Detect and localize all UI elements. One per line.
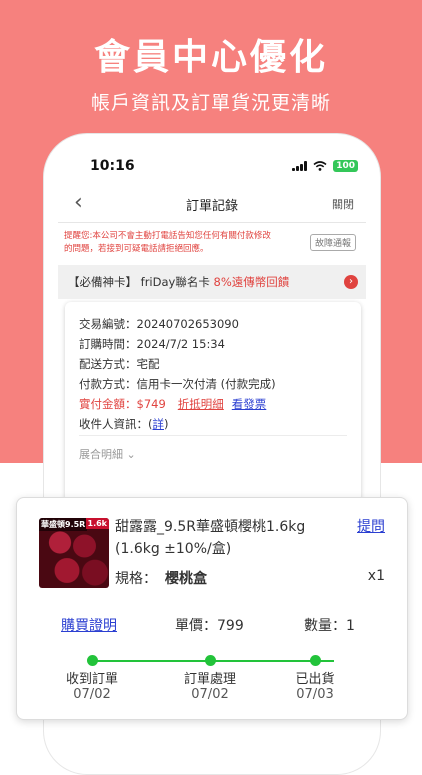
chevron-right-icon[interactable]: › (344, 275, 358, 289)
nav-bar: ‹ 訂單記錄 關閉 (44, 186, 380, 222)
recipient-close: ) (164, 417, 169, 431)
view-invoice-link[interactable]: 看發票 (232, 397, 267, 411)
product-image-label: 華盛頓9.5R (39, 518, 88, 531)
order-info-card: 交易編號：20240702653090 訂購時間：2024/7/2 15:34 … (65, 302, 361, 502)
spec-value: 櫻桃盒 (165, 571, 207, 587)
progress-dot-received (87, 655, 98, 666)
progress-dot-processing (205, 655, 216, 666)
nav-divider (58, 222, 366, 223)
recipient-detail-link[interactable]: 詳 (153, 417, 165, 431)
delivery-label: 配送方式： (79, 357, 137, 371)
status-time: 10:16 (90, 158, 135, 174)
page-title: 訂單記錄 (185, 199, 238, 214)
recipient-row: 收件人資訊：(詳) (79, 416, 169, 432)
step-date-processing: 07/02 (191, 687, 229, 702)
card-promo-highlight: 8%遠傳幣回饋 (213, 275, 290, 289)
order-time-row: 訂購時間：2024/7/2 15:34 (79, 336, 225, 352)
security-notice: 提醒您:本公司不會主動打電話告知您任何有關付款修改的問題，若接到可疑電話請拒絕回… (64, 231, 271, 254)
step-date-shipped: 07/03 (296, 687, 334, 702)
chevron-down-icon: ⌄ (126, 448, 136, 461)
discount-detail-link[interactable]: 折抵明細 (178, 397, 224, 411)
spec-label: 規格： (115, 571, 157, 587)
card-promo-text: 【必備神卡】 friDay聯名卡 8%遠傳幣回饋 (68, 274, 289, 290)
ask-question-link[interactable]: 提問 (357, 516, 385, 536)
signal-icon (292, 161, 308, 171)
payment-row: 付款方式：信用卡一次付清 (付款完成) (79, 376, 276, 392)
quantity: 數量：1 (304, 618, 355, 634)
step-date-received: 07/02 (73, 687, 111, 702)
item-quantity-x: x1 (367, 568, 385, 584)
card-promo-prefix: 【必備神卡】 friDay聯名卡 (68, 275, 214, 289)
amount-row: 實付金額：$749 折抵明細 看發票 (79, 396, 266, 412)
delivery-method: 宅配 (136, 357, 160, 371)
amount-label: 實付金額： (79, 397, 137, 411)
step-label-shipped: 已出貨 (295, 672, 335, 687)
unit-price: 單價：799 (175, 618, 244, 634)
product-image-size: 1.6k (85, 518, 109, 529)
expand-details-button[interactable]: 展合明細 ⌄ (79, 446, 136, 462)
wifi-icon (313, 161, 327, 171)
card-divider (79, 435, 347, 436)
order-id: 20240702653090 (136, 317, 239, 331)
card-promo-banner[interactable]: 【必備神卡】 friDay聯名卡 8%遠傳幣回饋 › (58, 265, 366, 299)
delivery-row: 配送方式：宅配 (79, 356, 160, 372)
step-label-received: 收到訂單 (65, 672, 118, 687)
product-name[interactable]: 甜露露_9.5R華盛頓櫻桃1.6kg (1.6kg ±10%/盒) (115, 516, 335, 560)
battery-icon: 100 (333, 160, 358, 172)
expand-details-label: 展合明細 (79, 448, 123, 461)
recipient-label: 收件人資訊： (79, 417, 148, 431)
purchase-proof-link[interactable]: 購買證明 (61, 615, 117, 635)
order-id-row: 交易編號：20240702653090 (79, 316, 239, 332)
progress-dot-shipped (310, 655, 321, 666)
status-icons: 100 (292, 160, 358, 172)
payment-method: 信用卡一次付清 (付款完成) (136, 377, 276, 391)
product-image[interactable]: 華盛頓9.5R 1.6k (39, 518, 109, 588)
product-spec: 規格： 櫻桃盒 (115, 568, 207, 588)
order-time-label: 訂購時間： (79, 337, 137, 351)
promo-headline: 會員中心優化 (93, 37, 328, 78)
order-id-label: 交易編號： (79, 317, 137, 331)
close-button[interactable]: 關閉 (332, 196, 354, 212)
order-time: 2024/7/2 15:34 (136, 337, 225, 351)
payment-label: 付款方式： (79, 377, 137, 391)
step-label-processing: 訂單處理 (183, 672, 236, 687)
amount-value: $749 (136, 397, 166, 411)
promo-subline: 帳戶資訊及訂單貨況更清晰 (90, 92, 331, 114)
report-issue-button[interactable]: 故障通報 (309, 234, 356, 251)
order-item-card: 華盛頓9.5R 1.6k 甜露露_9.5R華盛頓櫻桃1.6kg (1.6kg ±… (16, 497, 408, 720)
